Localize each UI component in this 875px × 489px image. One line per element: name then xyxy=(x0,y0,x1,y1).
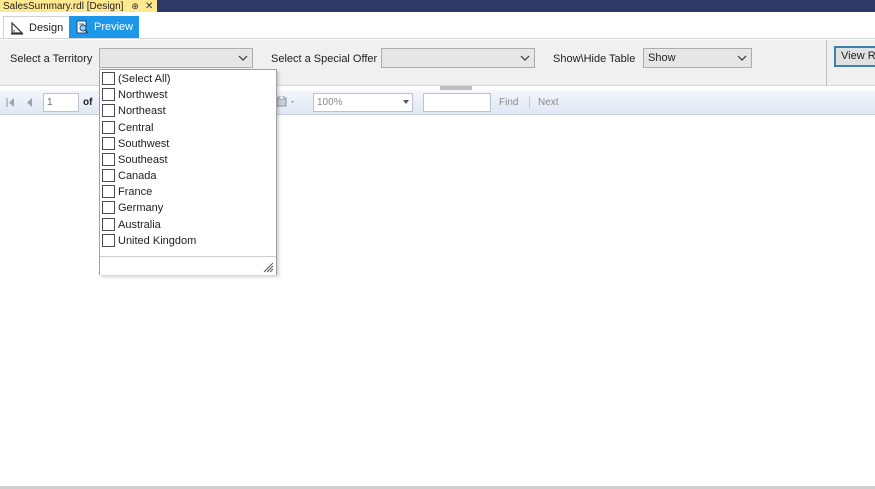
toolbar-divider xyxy=(529,96,530,108)
checkbox[interactable] xyxy=(102,137,115,150)
document-tab-salessummary[interactable]: SalesSummary.rdl [Design] ⊕ ✕ xyxy=(0,0,158,12)
territory-parameter-label: Select a Territory xyxy=(10,53,93,65)
view-report-button[interactable]: View Report xyxy=(834,46,875,67)
checkbox[interactable] xyxy=(102,121,115,134)
find-next-link[interactable]: Next xyxy=(538,97,559,108)
territory-option-label: United Kingdom xyxy=(118,234,197,247)
territory-option-label: Northwest xyxy=(118,88,168,101)
find-link[interactable]: Find xyxy=(499,97,518,108)
parameter-bar-divider xyxy=(826,40,827,86)
checkbox[interactable] xyxy=(102,72,115,85)
checkbox[interactable] xyxy=(102,88,115,101)
first-page-icon[interactable] xyxy=(6,98,15,107)
design-ruler-icon xyxy=(11,21,24,35)
find-text-input[interactable] xyxy=(423,93,491,112)
territory-option-label: France xyxy=(118,185,153,198)
show-hide-table-value: Show xyxy=(648,52,676,64)
zoom-select[interactable]: 100% xyxy=(313,93,413,112)
territory-option-label: Southeast xyxy=(118,153,168,166)
show-hide-table-label: Show\Hide Table xyxy=(553,53,636,65)
territory-option-southeast[interactable]: Southeast xyxy=(102,152,168,167)
territory-option-label: Canada xyxy=(118,169,157,182)
territory-dropdown-footer xyxy=(100,256,276,275)
chevron-down-icon xyxy=(520,55,530,61)
territory-select[interactable] xyxy=(99,48,253,68)
checkbox[interactable] xyxy=(102,153,115,166)
tab-preview-label: Preview xyxy=(94,21,134,33)
checkbox[interactable] xyxy=(102,104,115,117)
chevron-down-icon xyxy=(737,55,747,61)
territory-option-northwest[interactable]: Northwest xyxy=(102,87,168,102)
special-offer-select[interactable] xyxy=(381,48,535,68)
chevron-down-icon xyxy=(403,100,409,104)
page-of-label: of xyxy=(83,97,93,108)
checkbox[interactable] xyxy=(102,201,115,214)
territory-option-central[interactable]: Central xyxy=(102,120,153,135)
resize-grip-icon[interactable] xyxy=(263,262,274,273)
document-tab-strip: SalesSummary.rdl [Design] ⊕ ✕ xyxy=(0,0,875,12)
close-icon[interactable]: ✕ xyxy=(145,1,153,12)
territory-option-southwest[interactable]: Southwest xyxy=(102,136,169,151)
checkbox[interactable] xyxy=(102,234,115,247)
territory-option-canada[interactable]: Canada xyxy=(102,168,157,183)
territory-option-label: Germany xyxy=(118,201,164,214)
pin-icon[interactable]: ⊕ xyxy=(131,1,139,12)
territory-option-france[interactable]: France xyxy=(102,184,152,199)
preview-report-icon xyxy=(76,20,89,34)
territory-option-northeast[interactable]: Northeast xyxy=(102,103,166,118)
checkbox[interactable] xyxy=(102,185,115,198)
territory-option-label: Central xyxy=(118,121,154,134)
territory-option-label: Northeast xyxy=(118,104,166,117)
tab-preview[interactable]: Preview xyxy=(69,16,140,38)
territory-dropdown-list: (Select All) Northwest Northeast Central… xyxy=(99,69,277,275)
territory-option-germany[interactable]: Germany xyxy=(102,200,163,215)
checkbox[interactable] xyxy=(102,169,115,182)
zoom-select-value: 100% xyxy=(317,97,343,108)
territory-option-australia[interactable]: Australia xyxy=(102,217,161,232)
previous-page-icon[interactable] xyxy=(26,98,33,107)
territory-option-united-kingdom[interactable]: United Kingdom xyxy=(102,233,196,248)
special-offer-parameter-label: Select a Special Offer xyxy=(271,53,378,65)
territory-option-label: Australia xyxy=(118,218,161,231)
show-hide-table-select[interactable]: Show xyxy=(643,48,752,68)
view-tab-strip: Design Preview xyxy=(0,12,875,39)
territory-option-select-all[interactable]: (Select All) xyxy=(102,71,171,86)
tab-design[interactable]: Design xyxy=(3,16,71,38)
tab-design-label: Design xyxy=(29,21,64,34)
print-layout-icon[interactable] xyxy=(276,96,298,108)
checkbox[interactable] xyxy=(102,218,115,231)
territory-option-label: Southwest xyxy=(118,137,170,150)
chevron-down-icon xyxy=(238,55,248,61)
document-tab-title: SalesSummary.rdl [Design] xyxy=(3,0,124,12)
territory-option-label: (Select All) xyxy=(118,72,171,85)
page-number-input[interactable]: 1 xyxy=(43,93,79,112)
